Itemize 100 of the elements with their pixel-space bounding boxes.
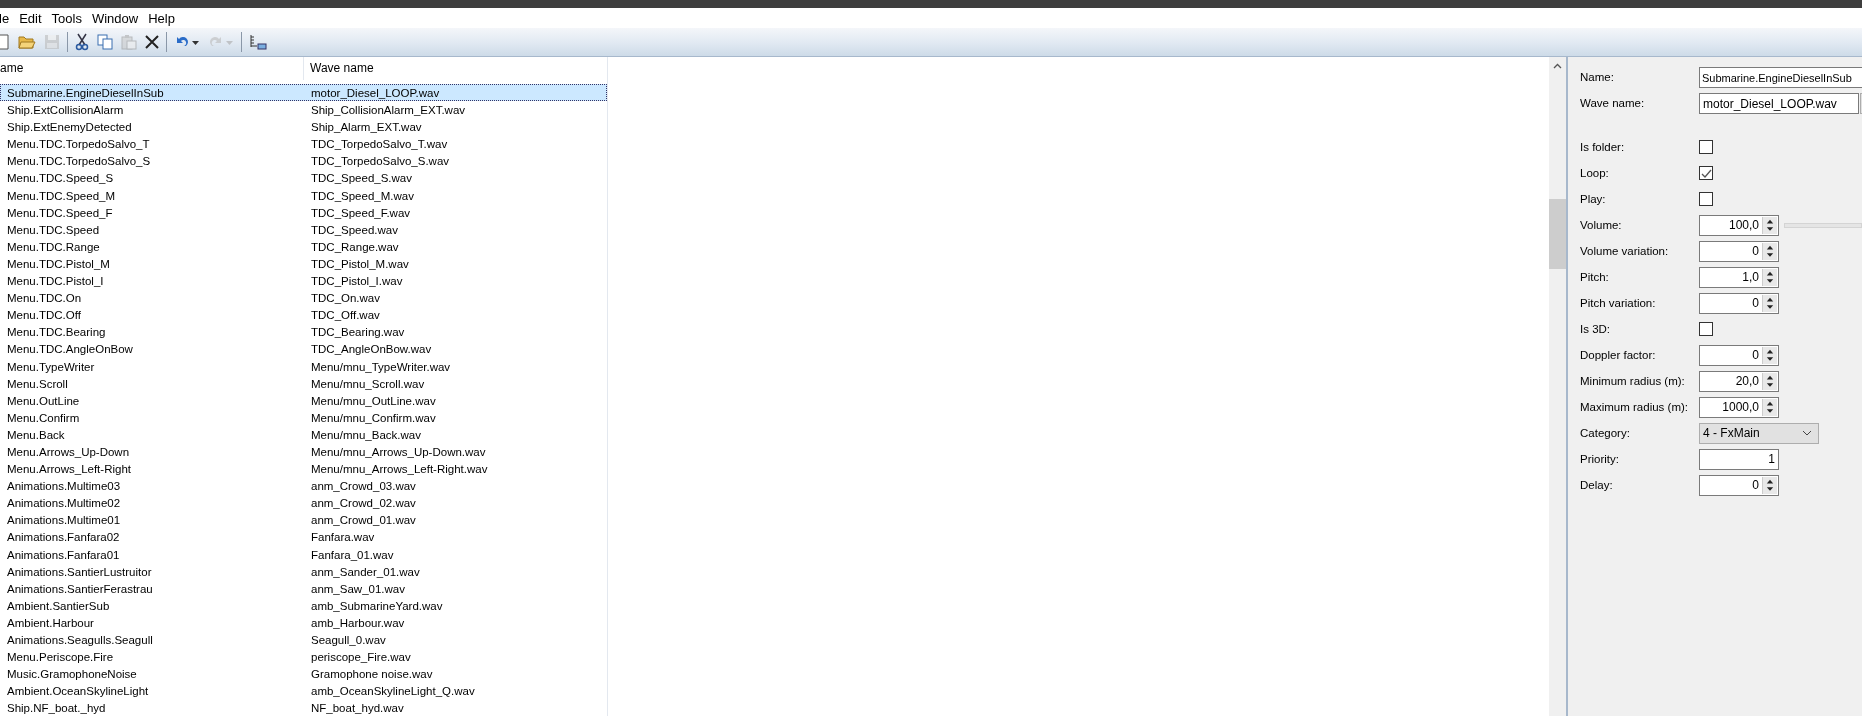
table-cell-text: Menu/mnu_TypeWriter.wav xyxy=(310,359,452,374)
field-label: Minimum radius (m): xyxy=(1580,375,1686,387)
table-cell-text: TDC_TorpedoSalvo_S.wav xyxy=(310,154,451,169)
table-cell-text: Menu.TDC.TorpedoSalvo_S xyxy=(6,154,152,169)
table-row[interactable]: Animations.Multime01 anm_Crowd_01.wav xyxy=(0,511,607,529)
table-row[interactable]: Menu.TDC.TorpedoSalvo_T TDC_TorpedoSalvo_T.wav xyxy=(0,135,607,153)
checkbox[interactable] xyxy=(1699,166,1713,180)
menu-item[interactable]: Edit xyxy=(19,10,49,26)
table-cell-text: TDC_Off.wav xyxy=(310,308,381,323)
table-row[interactable]: Menu.TDC.Speed_M TDC_Speed_M.wav xyxy=(0,186,607,204)
menu-item[interactable]: Help xyxy=(148,10,182,26)
table-cell-text: Ambient.OceanSkylineLight xyxy=(6,684,150,699)
table-row[interactable]: Menu.TDC.TorpedoSalvo_S TDC_TorpedoSalvo_S.wav xyxy=(0,152,607,170)
table-cell-text: anm_Crowd_03.wav xyxy=(310,479,417,494)
table-cell-text: Music.GramophoneNoise xyxy=(6,667,138,682)
table-row[interactable]: Menu.TDC.Speed_F TDC_Speed_F.wav xyxy=(0,203,607,221)
table-row[interactable]: Music.GramophoneNoise Gramophone noise.wav xyxy=(0,665,607,683)
table-cell-text: TDC_Speed_M.wav xyxy=(310,188,415,203)
column-header[interactable]: Wave name xyxy=(304,57,604,80)
table-cell-text: Animations.SantierFerastrau xyxy=(6,581,154,596)
table-row[interactable]: Menu.TDC.Pistol_M TDC_Pistol_M.wav xyxy=(0,254,607,273)
category-dropdown[interactable]: 4 - FxMain xyxy=(1699,422,1819,444)
field-label: Is folder: xyxy=(1580,141,1626,153)
scroll-thumb[interactable] xyxy=(1549,199,1566,269)
table-row[interactable]: Animations.Fanfara01 Fanfara_01.wav xyxy=(0,545,607,563)
table-row[interactable]: Menu.TDC.Off TDC_Off.wav xyxy=(0,306,607,324)
table-row[interactable]: Menu.TDC.On TDC_On.wav xyxy=(0,289,607,307)
menu-item[interactable]: Window xyxy=(91,10,146,26)
field-label: Is 3D: xyxy=(1580,323,1612,335)
number-field[interactable]: 1,0 xyxy=(1699,266,1779,288)
table-cell-text: Ship_Alarm_EXT.wav xyxy=(310,120,423,135)
table-row[interactable]: Ship.NF_boat._hyd NF_boat_hyd.wav xyxy=(0,699,607,716)
table-cell-text: TDC_Speed.wav xyxy=(310,222,399,237)
table-row[interactable]: Menu.Arrows_Left-Right Menu/mnu_Arrows_Left-Right.wav xyxy=(0,460,607,478)
table-cell-text: motor_Diesel_LOOP.wav xyxy=(310,86,441,101)
table-row[interactable]: Ship.ExtCollisionAlarm Ship_CollisionAlarm_EXT.wav xyxy=(0,101,607,119)
field-label: Pitch: xyxy=(1580,271,1610,283)
checkbox[interactable] xyxy=(1699,322,1713,336)
table-row[interactable]: Ambient.Harbour amb_Harbour.wav xyxy=(0,613,607,631)
table-row[interactable]: Menu.Scroll Menu/mnu_Scroll.wav xyxy=(0,374,607,392)
menu-item[interactable]: Tools xyxy=(51,10,89,26)
table-row[interactable]: Animations.Multime02 anm_Crowd_02.wav xyxy=(0,494,607,512)
scroll-up-icon[interactable] xyxy=(1553,63,1562,69)
number-field[interactable]: 100,0 xyxy=(1699,214,1779,236)
table-row[interactable]: Menu.TDC.Bearing TDC_Bearing.wav xyxy=(0,323,607,341)
table-row[interactable]: Menu.TDC.Range TDC_Range.wav xyxy=(0,237,607,255)
table-cell-text: Menu/mnu_Back.wav xyxy=(310,427,422,442)
table-row[interactable]: Animations.Multime03 anm_Crowd_03.wav xyxy=(0,477,607,495)
table-cell-text: Gramophone noise.wav xyxy=(310,667,434,682)
name-field[interactable]: Submarine.EngineDieselInSub xyxy=(1699,66,1862,88)
number-field[interactable]: 1000,0 xyxy=(1699,396,1779,418)
number-field[interactable]: 0 xyxy=(1699,292,1779,314)
chevron-down-icon[interactable] xyxy=(1802,430,1812,436)
checkbox[interactable] xyxy=(1699,192,1713,206)
checkbox[interactable] xyxy=(1699,140,1713,154)
number-field[interactable]: 0 xyxy=(1699,344,1779,366)
table-cell-text: Ambient.SantierSub xyxy=(6,598,111,613)
wave-name-field[interactable]: motor_Diesel_LOOP.wav xyxy=(1699,92,1859,114)
table-row[interactable]: Animations.Seagulls.Seagull Seagull_0.wav xyxy=(0,631,607,649)
scrollbar[interactable] xyxy=(1549,57,1566,716)
table-row[interactable]: Menu.Confirm Menu/mnu_Confirm.wav xyxy=(0,408,607,426)
table-row[interactable]: Menu.TDC.Pistol_I TDC_Pistol_I.wav xyxy=(0,272,607,290)
table-row[interactable]: Ambient.OceanSkylineLight amb_OceanSkylineLight_Q.wav xyxy=(0,682,607,700)
table-row[interactable]: Animations.Fanfara02 Fanfara.wav xyxy=(0,528,607,546)
table-cell-text: Menu.TDC.On xyxy=(6,291,83,306)
table-row[interactable]: Submarine.EngineDieselInSub motor_Diesel_LOOP.wav xyxy=(0,84,607,102)
table-row[interactable]: Menu.TDC.AngleOnBow TDC_AngleOnBow.wav xyxy=(0,340,607,358)
table-row[interactable]: Menu.Back Menu/mnu_Back.wav xyxy=(0,425,607,443)
table-cell-text: TDC_Pistol_I.wav xyxy=(310,274,404,289)
field-label: Name: xyxy=(1580,71,1615,83)
menu-item[interactable]: le xyxy=(0,10,17,26)
number-field[interactable]: 20,0 xyxy=(1699,370,1779,392)
field-label: Volume variation: xyxy=(1580,245,1670,257)
number-field[interactable]: 0 xyxy=(1699,474,1779,496)
table-row[interactable]: Menu.TDC.Speed_S TDC_Speed_S.wav xyxy=(0,169,607,187)
table-cell-text: Animations.Multime01 xyxy=(6,513,122,528)
table-cell-text: Menu.TDC.TorpedoSalvo_T xyxy=(6,137,151,152)
table-cell-text: TDC_Speed_F.wav xyxy=(310,205,412,220)
table-cell-text: Menu.Periscope.Fire xyxy=(6,650,115,665)
table-row[interactable]: Menu.TDC.Speed TDC_Speed.wav xyxy=(0,220,607,238)
table-row[interactable]: Menu.OutLine Menu/mnu_OutLine.wav xyxy=(0,391,607,409)
table-cell-text: TDC_Range.wav xyxy=(310,239,400,254)
table-cell-text: TDC_Bearing.wav xyxy=(310,325,406,340)
slider-track[interactable] xyxy=(1784,222,1862,228)
table-row[interactable]: Animations.SantierLustruitor anm_Sander_01.wav xyxy=(0,562,607,580)
column-header[interactable]: ame xyxy=(0,57,304,80)
table-cell-text: Menu.OutLine xyxy=(6,393,81,408)
table-cell-text: Animations.SantierLustruitor xyxy=(6,564,153,579)
table-row[interactable]: Ship.ExtEnemyDetected Ship_Alarm_EXT.wav xyxy=(0,118,607,136)
number-field[interactable]: 0 xyxy=(1699,240,1779,262)
table-cell-text: Menu.TDC.Speed_F xyxy=(6,205,114,220)
table-cell-text: anm_Saw_01.wav xyxy=(310,581,406,596)
table-row[interactable]: Ambient.SantierSub amb_SubmarineYard.wav xyxy=(0,596,607,614)
table-row[interactable]: Menu.Arrows_Up-Down Menu/mnu_Arrows_Up-Down.wav xyxy=(0,442,607,461)
table-row[interactable]: Menu.TypeWriter Menu/mnu_TypeWriter.wav xyxy=(0,357,607,375)
number-field[interactable]: 1 xyxy=(1699,448,1779,470)
table-row[interactable]: Menu.Periscope.Fire periscope_Fire.wav xyxy=(0,648,607,666)
table-row[interactable]: Animations.SantierFerastrau anm_Saw_01.wav xyxy=(0,579,607,597)
table-cell-text: Menu.TDC.AngleOnBow xyxy=(6,342,134,357)
table-cell-text: Submarine.EngineDieselInSub xyxy=(6,86,165,101)
